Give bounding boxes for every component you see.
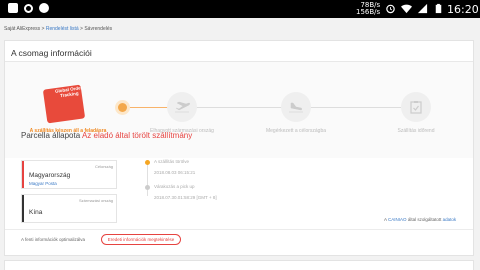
timeline-event-title: A szállítás törölve: [154, 159, 190, 164]
data-provider: A CAINIAO által szolgáltatott adatok: [384, 217, 456, 222]
provider-middle: által szolgáltatott: [407, 217, 442, 222]
origin-accent: [22, 195, 24, 222]
timeline-dot: [145, 185, 150, 190]
plane-takeoff-icon: [175, 101, 190, 113]
parcel-status: Parcella állapota Az eladó által törölt …: [21, 131, 192, 140]
destination-caption: Célország: [94, 164, 113, 169]
destination-country: Magyarország: [29, 172, 71, 179]
provider-name[interactable]: CAINIAO: [388, 217, 407, 222]
timeline-event-time: 2018.07.30.01:58:29 [GMT + 8]: [154, 195, 217, 200]
clipboard-check-icon: [410, 101, 422, 114]
package-info-card: A csomag információi Global Order Tracki…: [4, 40, 474, 256]
current-step-dot: [118, 103, 127, 112]
battery-icon: [435, 3, 442, 14]
photo-icon: [8, 3, 18, 13]
breadcrumb-separator: >: [41, 26, 45, 32]
parcel-status-label: Parcella állapota: [21, 131, 81, 140]
status-bar: 78B/s 156B/s 16:20: [0, 0, 480, 18]
destination-accent: [22, 161, 24, 188]
divider: [5, 229, 473, 230]
next-section-card: [4, 260, 474, 270]
timeline-event-time: 2018.08.03 06:15:21: [154, 170, 196, 175]
timeline-line: [147, 162, 148, 196]
destination-box: Célország Magyarország Magyar Posta: [21, 160, 117, 189]
network-speed: 78B/s 156B/s: [356, 2, 380, 16]
step-label-arrived: Megérkezett a célországba: [265, 128, 327, 134]
optimized-note: A fenti információk optimalizálva: [21, 237, 86, 242]
sync-icon: [39, 3, 49, 13]
destination-carrier[interactable]: Magyar Posta: [29, 181, 57, 186]
signal-icon: [417, 3, 428, 14]
parcel-status-value: Az eladó által törölt szállítmány: [81, 131, 193, 140]
tracking-steps: Global Order Tracking A szállítás készen…: [5, 62, 473, 158]
timeline-dot-current: [145, 160, 150, 165]
step-label-delivery: Szállítás időrend: [397, 128, 435, 134]
origin-box: Származási ország Kína: [21, 194, 117, 223]
clock: 16:20: [447, 3, 479, 16]
system-icons: [385, 3, 444, 14]
alarm-icon: [386, 4, 395, 14]
breadcrumb-separator: >: [80, 26, 83, 32]
provider-suffix[interactable]: adatok: [443, 217, 457, 222]
notification-icons: [8, 3, 49, 13]
card-title: A csomag információi: [11, 48, 92, 58]
breadcrumb-home[interactable]: Saját AliExpress: [4, 26, 40, 32]
wifi-icon: [401, 4, 412, 14]
instagram-icon: [24, 3, 33, 13]
plane-landing-icon: [289, 102, 303, 113]
provider-prefix: A: [384, 217, 387, 222]
breadcrumb: Saját AliExpress > Rendelést listá > Sáv…: [4, 26, 112, 32]
speed-down: 156B/s: [356, 8, 381, 16]
origin-caption: Származási ország: [78, 198, 113, 203]
timeline-event-title: Várakozás a pick up: [154, 184, 195, 189]
origin-country: Kína: [29, 209, 43, 216]
breadcrumb-current: Sávrendelés: [84, 26, 113, 32]
view-original-button[interactable]: Eredeti információk megtekintése: [101, 234, 181, 245]
breadcrumb-orders[interactable]: Rendelést listá: [46, 26, 79, 32]
